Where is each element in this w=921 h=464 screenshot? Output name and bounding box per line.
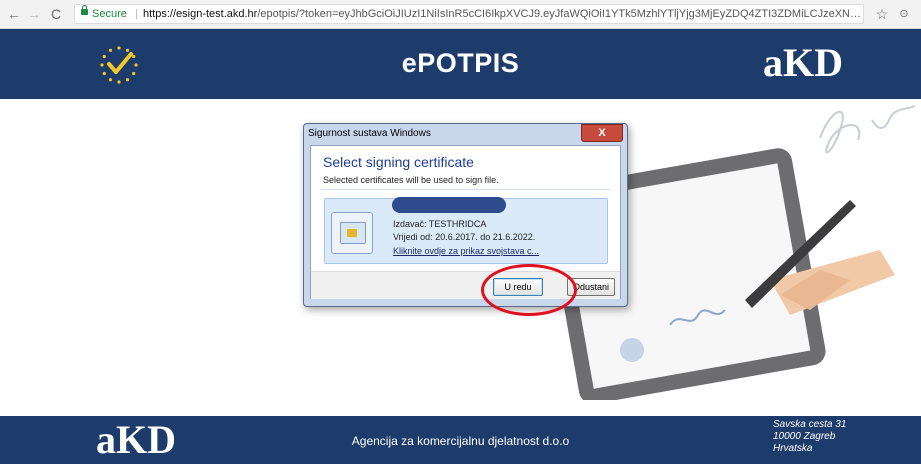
certificate-icon [331, 212, 373, 254]
url-path: /epotpis/?token=eyJhbGciOiJIUzI1NiIsInR5… [257, 8, 863, 20]
site-footer: aKD Agencija za komercijalnu djelatnost … [0, 416, 921, 464]
certificate-details-link[interactable]: Kliknite ovdje za prikaz svojstava c... [393, 246, 539, 256]
star-icon[interactable]: ☆ [874, 6, 890, 22]
back-icon[interactable]: ← [6, 6, 22, 22]
site-header: ePOTPIS aKD [0, 29, 921, 99]
certificate-tile[interactable]: Izdavač: TESTHRIDCA Vrijedi od: 20.6.201… [324, 197, 608, 264]
divider [321, 189, 610, 190]
dialog-content: Select signing certificate Selected cert… [310, 145, 621, 299]
dialog-subtext: Selected certificates will be used to si… [323, 175, 499, 185]
address-city: 10000 Zagreb [773, 431, 836, 442]
dialog-window-title: Sigurnost sustava Windows [308, 128, 431, 139]
windows-security-dialog: Sigurnost sustava Windows X Select signi… [303, 123, 628, 307]
forward-icon[interactable]: → [26, 6, 42, 22]
browser-toolbar: ← → C Secure | https://esign-test.akd.hr… [0, 0, 921, 29]
url-host: https://esign-test.akd.hr [143, 8, 258, 20]
redacted-certificate-name [392, 197, 506, 213]
extension-icon[interactable]: ⊙ [896, 6, 912, 22]
url-text[interactable]: https://esign-test.akd.hr/epotpis/?token… [143, 5, 863, 23]
smartcard-icon [340, 222, 366, 244]
secure-label: Secure [92, 8, 127, 20]
highlight-circle [481, 264, 577, 316]
certificate-validity: Vrijedi od: 20.6.2017. do 21.6.2022. [393, 232, 536, 242]
reload-icon[interactable]: C [48, 6, 64, 22]
company-address: Savska cesta 31 10000 Zagreb Hrvatska [773, 419, 846, 455]
address-bar[interactable]: Secure | https://esign-test.akd.hr/epotp… [74, 4, 864, 24]
akd-logo: aKD [763, 40, 843, 85]
certificate-issuer: Izdavač: TESTHRIDCA [393, 219, 487, 229]
address-country: Hrvatska [773, 443, 813, 454]
chip-icon [347, 229, 357, 237]
address-street: Savska cesta 31 [773, 419, 847, 430]
lock-icon [81, 5, 88, 15]
dialog-heading: Select signing certificate [323, 154, 474, 170]
dialog-titlebar[interactable]: Sigurnost sustava Windows X [304, 124, 627, 144]
url-separator: | [135, 8, 138, 20]
dialog-close-button[interactable]: X [581, 124, 623, 142]
